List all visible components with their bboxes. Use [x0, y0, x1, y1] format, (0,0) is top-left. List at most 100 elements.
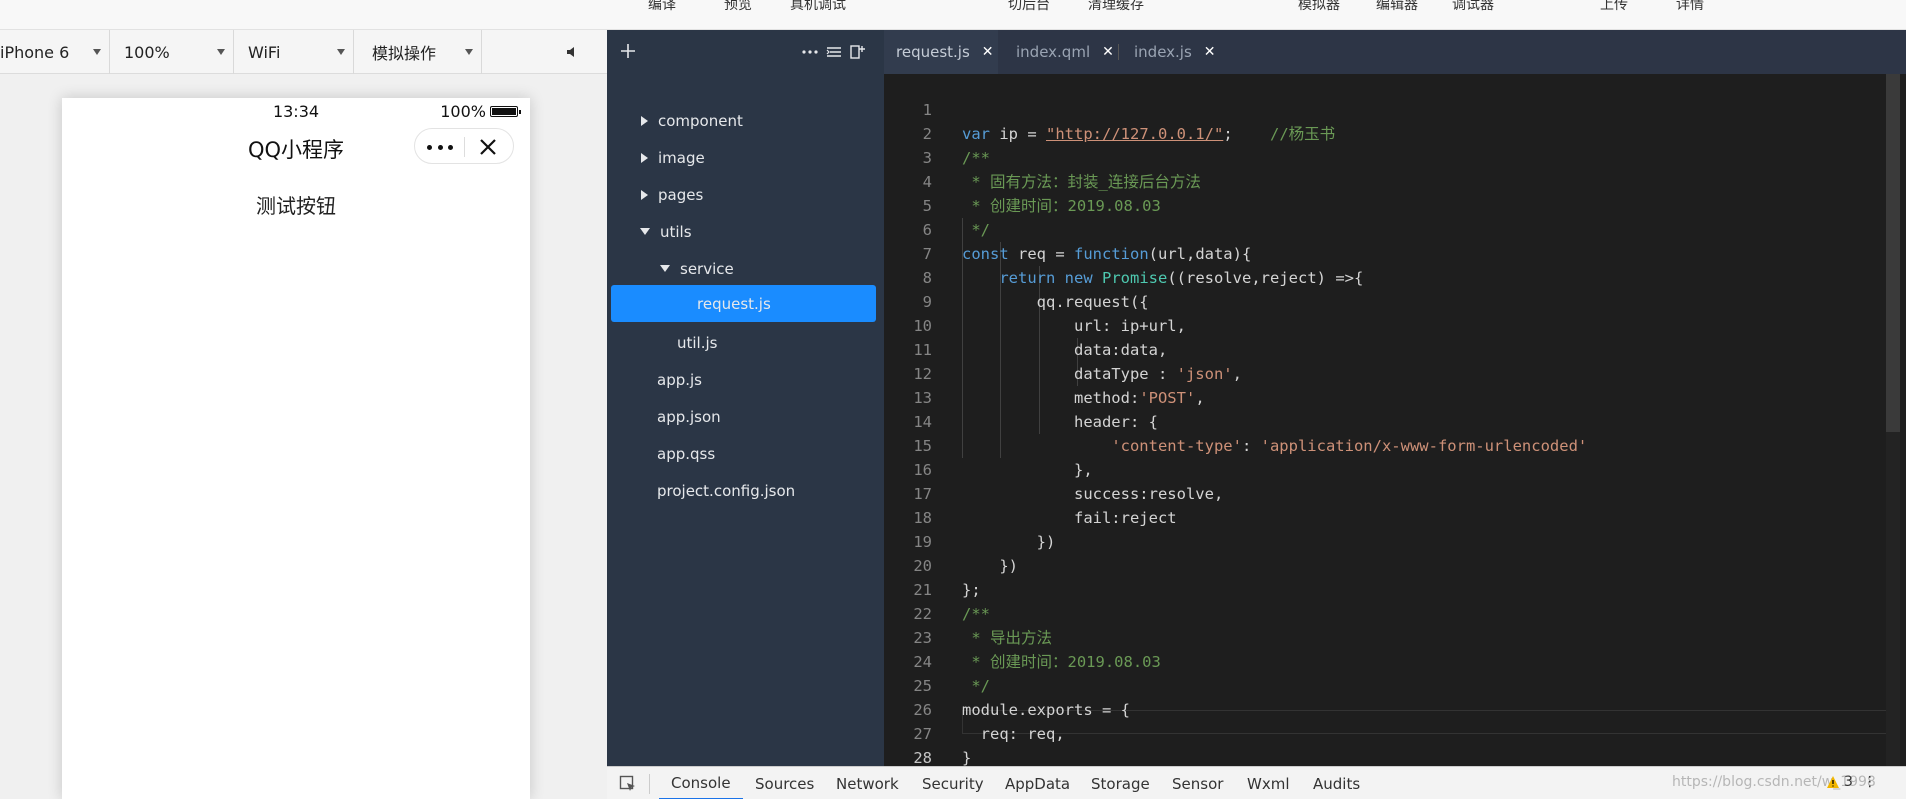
chevron-right-icon	[641, 115, 648, 126]
scrollbar-thumb[interactable]	[1886, 74, 1900, 432]
warning-indicator[interactable]: 3 ⋮	[1826, 774, 1877, 790]
details-button[interactable]: 详情	[1676, 0, 1704, 14]
tab-label: Console	[671, 773, 731, 792]
chevron-down-icon	[660, 265, 670, 272]
tab-label: Sensor	[1172, 774, 1224, 793]
close-icon[interactable]: ✕	[1204, 44, 1216, 60]
device-select[interactable]: iPhone 6	[0, 30, 110, 74]
tab-label: Security	[922, 774, 984, 793]
code-line: 3 * 固有方法：封装_连接后台方法	[884, 122, 1884, 191]
warning-count: 3	[1844, 774, 1853, 790]
tab-divider	[1118, 44, 1119, 60]
tree-file-app-qss[interactable]: app.qss	[611, 435, 876, 472]
preview-button[interactable]: 预览	[724, 0, 752, 14]
simulator-toggle[interactable]: 模拟器	[1298, 0, 1340, 14]
code-line: 21 /**	[884, 554, 1884, 623]
operation-select-value: 模拟操作	[372, 44, 437, 63]
zoom-select[interactable]: 100%	[110, 30, 234, 74]
background-button[interactable]: 切后台	[1008, 0, 1050, 14]
tree-folder-pages[interactable]: pages	[611, 176, 876, 213]
tree-item-label: pages	[658, 185, 704, 204]
tree-file-util-js[interactable]: util.js	[611, 324, 876, 361]
chevron-right-icon	[641, 152, 648, 163]
plus-icon[interactable]	[620, 43, 636, 59]
compile-button[interactable]: 编译	[648, 0, 676, 14]
simulator-controls: iPhone 6 100% WiFi 模拟操作	[0, 30, 607, 74]
tree-file-app-json[interactable]: app.json	[611, 398, 876, 435]
more-icon[interactable]: ⋮	[1863, 774, 1877, 790]
tab-request-js[interactable]: request.js ✕	[884, 30, 998, 74]
chevron-down-icon	[93, 49, 101, 55]
upload-button[interactable]: 上传	[1600, 0, 1628, 14]
new-file-icon[interactable]	[849, 43, 867, 61]
tab-wxml[interactable]: Wxml	[1247, 767, 1290, 799]
code-line: 14 'content-type': 'application/x-www-fo…	[884, 386, 1884, 455]
tree-item-label: project.config.json	[657, 481, 796, 500]
more-icon[interactable]	[801, 44, 819, 60]
tab-index-qml[interactable]: index.qml ✕	[1004, 30, 1118, 74]
code-area[interactable]: 1 var ip = "http://127.0.0.1/"; //杨玉书 2 …	[884, 74, 1906, 767]
explorer-header	[607, 30, 884, 74]
tree-folder-component[interactable]: component	[611, 102, 876, 139]
tab-index-js[interactable]: index.js ✕	[1122, 30, 1232, 74]
capsule-menu	[414, 128, 514, 164]
tree-item-label: request.js	[697, 294, 771, 313]
code-editor: request.js ✕ index.qml ✕ index.js ✕ 1 va	[884, 30, 1906, 767]
tree-file-request-js[interactable]: request.js	[611, 285, 876, 322]
code-line: 7 return new Promise((resolve,reject) =>…	[884, 218, 1884, 287]
close-icon[interactable]: ✕	[1102, 44, 1114, 60]
inspect-icon[interactable]	[619, 775, 637, 793]
file-explorer: component image pages utils service requ…	[607, 30, 884, 799]
code-line: 11 dataType : 'json',	[884, 314, 1884, 383]
debugger-toggle[interactable]: 调试器	[1452, 0, 1494, 14]
code-line: 15 },	[884, 410, 1884, 479]
code-line: 25 module.exports = {	[884, 650, 1884, 719]
code-line: 23 * 创建时间：2019.08.03	[884, 602, 1884, 671]
code-line: 19 })	[884, 506, 1884, 575]
chevron-down-icon	[337, 49, 345, 55]
zoom-select-value: 100%	[124, 42, 170, 62]
tab-appdata[interactable]: AppData	[1005, 767, 1070, 799]
tree-folder-utils[interactable]: utils	[611, 213, 876, 250]
tab-network[interactable]: Network	[836, 767, 899, 799]
tab-console[interactable]: Console	[659, 767, 743, 799]
tab-label: Audits	[1313, 774, 1361, 793]
tab-label: Storage	[1091, 774, 1150, 793]
chevron-right-icon	[641, 189, 648, 200]
tab-storage[interactable]: Storage	[1091, 767, 1150, 799]
tree-folder-image[interactable]: image	[611, 139, 876, 176]
tree-file-project-config[interactable]: project.config.json	[611, 472, 876, 509]
tree-item-label: utils	[660, 222, 692, 241]
tab-security[interactable]: Security	[922, 767, 984, 799]
tab-audits[interactable]: Audits	[1313, 767, 1360, 799]
tree-item-label: service	[680, 259, 734, 278]
tree-item-label: image	[658, 148, 705, 167]
collapse-all-icon[interactable]	[825, 44, 843, 60]
tree-file-app-js[interactable]: app.js	[611, 361, 876, 398]
clear-cache-button[interactable]: 清理缓存	[1088, 0, 1144, 14]
tab-label: request.js	[896, 43, 970, 61]
more-icon[interactable]	[427, 137, 453, 157]
tab-sources[interactable]: Sources	[755, 767, 814, 799]
tab-sensor[interactable]: Sensor	[1172, 767, 1223, 799]
code-line: 24 */	[884, 626, 1884, 695]
editor-toggle[interactable]: 编辑器	[1376, 0, 1418, 14]
remote-debug-button[interactable]: 真机调试	[790, 0, 846, 14]
speaker-icon[interactable]	[562, 42, 582, 62]
operation-select[interactable]: 模拟操作	[354, 30, 482, 74]
tab-label: Sources	[755, 774, 815, 793]
device-select-value: iPhone 6	[0, 42, 70, 62]
tree-folder-service[interactable]: service	[611, 250, 876, 287]
code-line: 6 const req = function(url,data){	[884, 194, 1884, 263]
test-button[interactable]: 测试按钮	[62, 190, 530, 219]
network-select[interactable]: WiFi	[234, 30, 354, 74]
code-line: 9 url: ip+url,	[884, 266, 1884, 335]
close-icon[interactable]: ✕	[982, 44, 994, 60]
code-line: 4 * 创建时间：2019.08.03	[884, 146, 1884, 215]
phone-screen: 13:34 100% QQ小程序 测试按钮	[62, 98, 530, 799]
tab-label: index.js	[1134, 43, 1192, 61]
warning-icon	[1827, 776, 1839, 788]
code-line: 13 header: {	[884, 362, 1884, 431]
tab-label: AppData	[1005, 774, 1071, 793]
close-icon[interactable]	[477, 136, 499, 158]
